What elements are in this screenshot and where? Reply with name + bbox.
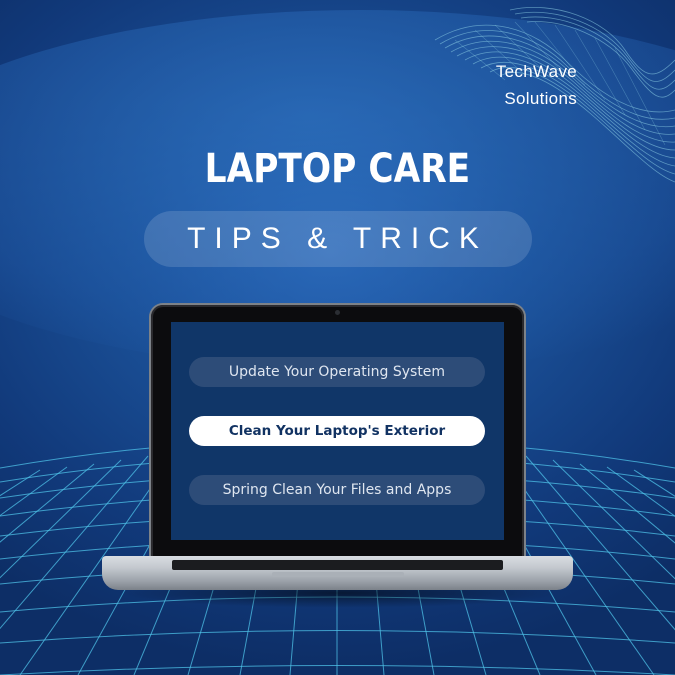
brand-line-1: TechWave	[495, 62, 577, 81]
brand-line-2: Solutions	[504, 89, 577, 108]
laptop-base	[102, 556, 573, 590]
webcam-icon	[335, 310, 340, 315]
brand-name: TechWave Solutions	[496, 58, 577, 112]
poster: TechWave Solutions LAPTOP CARE TIPS & TR…	[0, 0, 675, 675]
keyboard	[172, 560, 503, 570]
laptop-lid: Update Your Operating System Clean Your …	[151, 305, 524, 560]
menu-item-spring-clean[interactable]: Spring Clean Your Files and Apps	[189, 475, 485, 505]
laptop-screen: Update Your Operating System Clean Your …	[171, 322, 504, 540]
trackpad	[272, 572, 404, 577]
menu-item-update-os[interactable]: Update Your Operating System	[189, 357, 485, 387]
menu-item-clean-exterior[interactable]: Clean Your Laptop's Exterior	[189, 416, 485, 446]
subtitle-text: TIPS & TRICK	[187, 222, 488, 255]
page-title: LAPTOP CARE	[204, 146, 471, 192]
